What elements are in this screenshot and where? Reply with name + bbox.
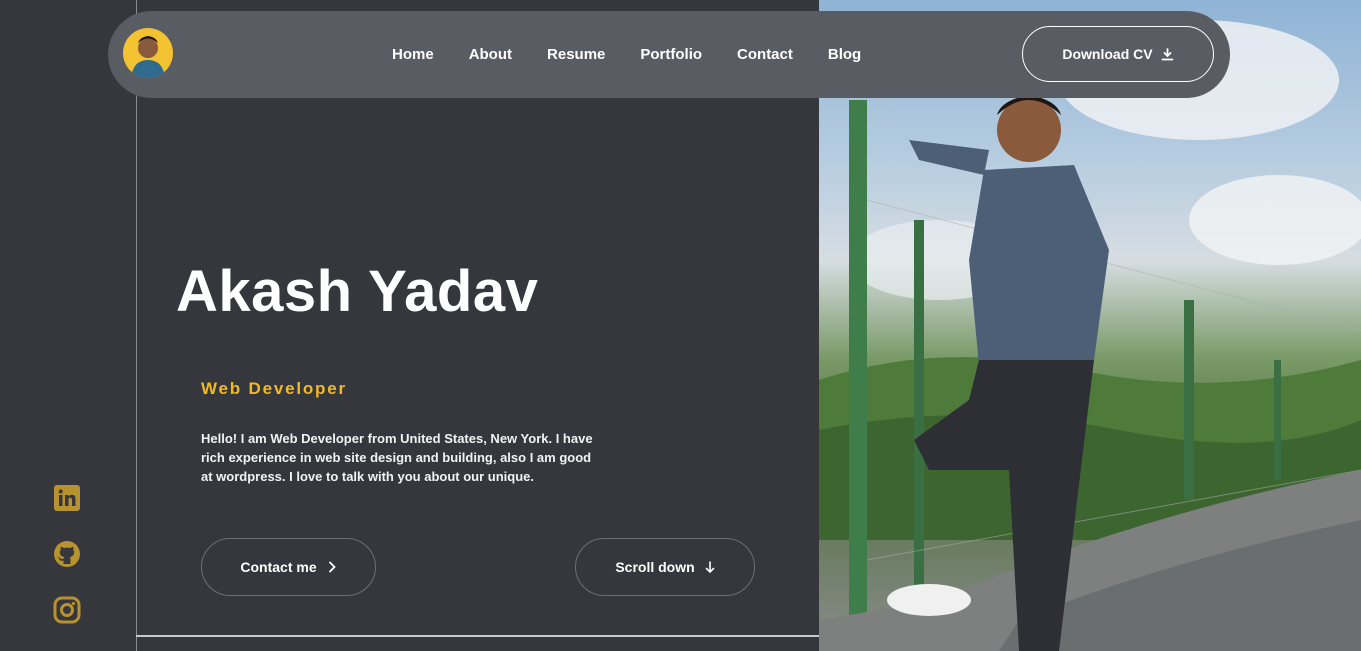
nav-portfolio[interactable]: Portfolio bbox=[640, 46, 702, 63]
avatar[interactable] bbox=[123, 28, 173, 78]
download-cv-label: Download CV bbox=[1062, 46, 1153, 62]
contact-me-button[interactable]: Contact me bbox=[201, 538, 376, 596]
top-navbar: Home About Resume Portfolio Contact Blog… bbox=[108, 11, 1230, 98]
nav-home[interactable]: Home bbox=[392, 46, 434, 63]
instagram-icon[interactable] bbox=[53, 596, 81, 624]
nav-resume[interactable]: Resume bbox=[547, 46, 605, 63]
section-divider bbox=[136, 635, 819, 637]
chevron-right-icon bbox=[328, 561, 336, 573]
nav-contact[interactable]: Contact bbox=[737, 46, 793, 63]
scroll-down-label: Scroll down bbox=[615, 559, 695, 575]
contact-me-label: Contact me bbox=[240, 559, 317, 575]
download-icon bbox=[1161, 47, 1174, 60]
github-icon[interactable] bbox=[53, 540, 81, 568]
hero-bio: Hello! I am Web Developer from United St… bbox=[201, 431, 593, 484]
main-nav: Home About Resume Portfolio Contact Blog bbox=[392, 11, 896, 98]
nav-about[interactable]: About bbox=[469, 46, 512, 63]
scroll-down-button[interactable]: Scroll down bbox=[575, 538, 755, 596]
nav-blog[interactable]: Blog bbox=[828, 46, 861, 63]
download-cv-button[interactable]: Download CV bbox=[1022, 26, 1214, 82]
hero-role: Web Developer bbox=[201, 379, 347, 398]
arrow-down-icon bbox=[705, 560, 714, 573]
linkedin-icon[interactable] bbox=[53, 484, 81, 512]
hero-name: Akash Yadav bbox=[176, 259, 539, 324]
